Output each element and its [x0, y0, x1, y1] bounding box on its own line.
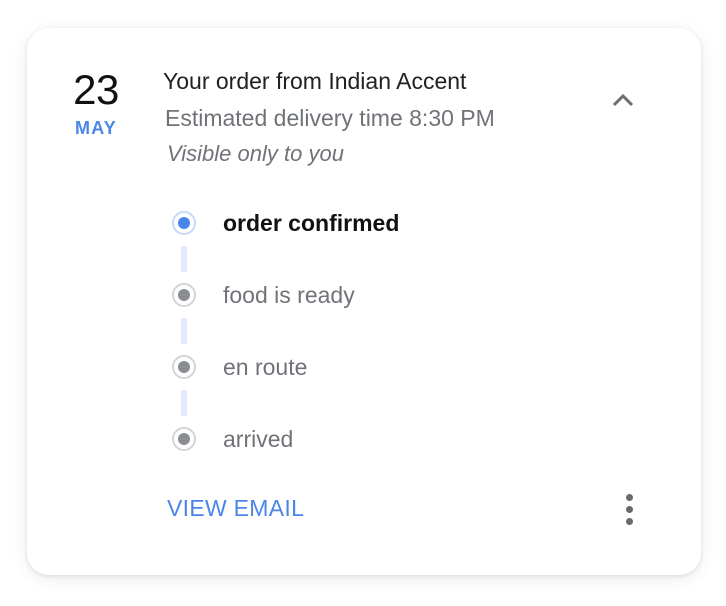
- step-arrived: arrived: [167, 422, 587, 458]
- order-progress: order confirmed food is ready en route a…: [167, 206, 587, 486]
- more-options-button[interactable]: [615, 492, 645, 528]
- step-food-ready: food is ready: [167, 278, 587, 314]
- order-card: 23 MAY Your order from Indian Accent Est…: [27, 28, 701, 575]
- more-vert-icon: [626, 494, 633, 501]
- visibility-note: Visible only to you: [167, 141, 344, 166]
- step-pending-icon: [172, 427, 196, 451]
- view-email-button[interactable]: VIEW EMAIL: [167, 495, 304, 522]
- step-order-confirmed: order confirmed: [167, 206, 587, 242]
- step-label: food is ready: [223, 282, 355, 308]
- date-block: 23 MAY: [27, 68, 165, 139]
- step-label: order confirmed: [223, 210, 400, 236]
- estimated-delivery: Estimated delivery time 8:30 PM: [165, 105, 495, 131]
- step-pending-icon: [172, 355, 196, 379]
- step-en-route: en route: [167, 350, 587, 386]
- step-connector: [181, 390, 187, 416]
- step-connector: [181, 246, 187, 272]
- chevron-up-icon: [612, 93, 634, 107]
- step-label: arrived: [223, 426, 294, 452]
- date-month: MAY: [75, 118, 117, 138]
- step-label: en route: [223, 354, 308, 380]
- step-connector: [181, 318, 187, 344]
- order-title: Your order from Indian Accent: [163, 68, 467, 94]
- step-pending-icon: [172, 283, 196, 307]
- collapse-button[interactable]: [607, 84, 639, 116]
- step-active-icon: [172, 211, 196, 235]
- date-day: 23: [73, 66, 119, 113]
